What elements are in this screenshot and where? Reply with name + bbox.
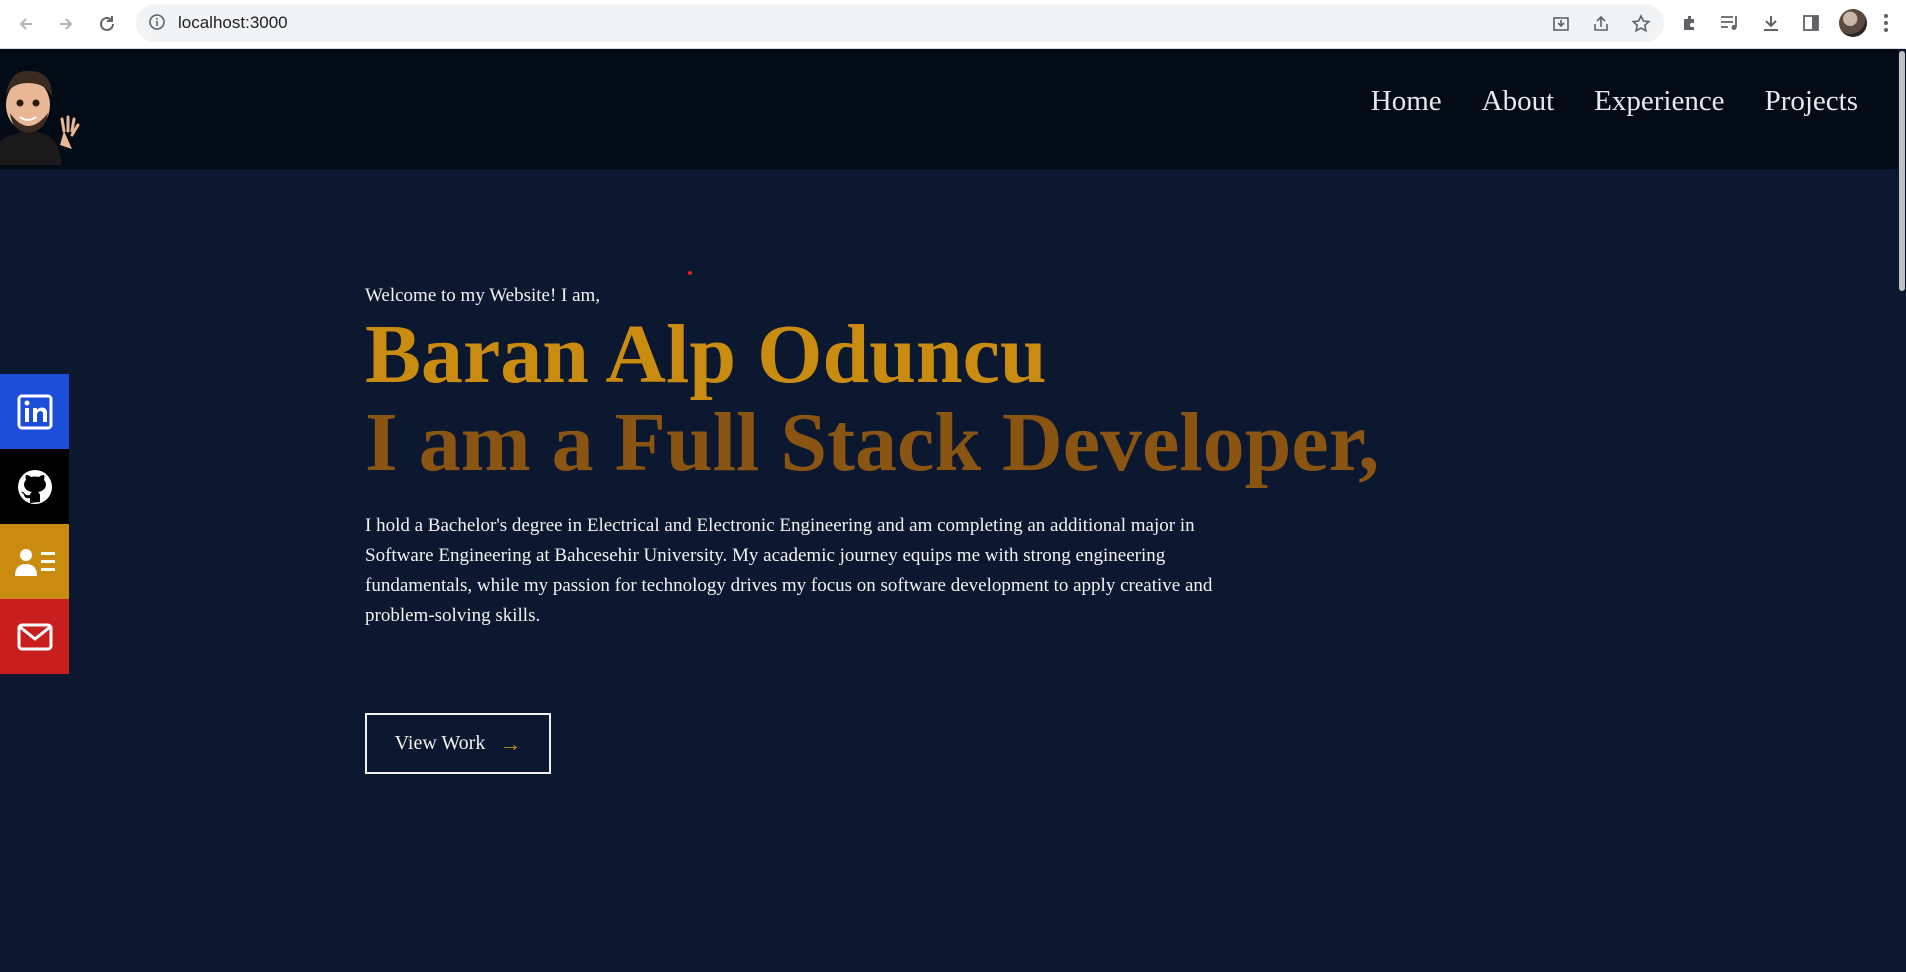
- github-icon: [17, 469, 52, 504]
- nav-home[interactable]: Home: [1371, 85, 1442, 118]
- arrow-right-icon: →: [499, 730, 522, 756]
- resume-icon: [14, 548, 55, 576]
- mail-link[interactable]: [0, 599, 69, 674]
- hero-bio: I hold a Bachelor's degree in Electrical…: [365, 515, 1213, 626]
- nav-experience[interactable]: Experience: [1594, 85, 1724, 118]
- download-icon[interactable]: [1759, 11, 1783, 35]
- browser-toolbar: localhost:3000: [0, 0, 1906, 49]
- install-icon[interactable]: [1550, 13, 1572, 35]
- nav-projects[interactable]: Projects: [1765, 85, 1858, 118]
- info-icon[interactable]: [148, 13, 166, 36]
- nav-about[interactable]: About: [1482, 85, 1555, 118]
- view-work-button[interactable]: View Work →: [365, 713, 551, 774]
- hero-section: Welcome to my Website! I am, Baran Alp O…: [365, 285, 1565, 774]
- reload-icon[interactable]: [93, 10, 121, 38]
- linkedin-link[interactable]: [0, 374, 69, 449]
- social-sidebar: [0, 374, 69, 674]
- star-icon[interactable]: [1630, 13, 1652, 35]
- side-panel-icon[interactable]: [1799, 11, 1823, 35]
- profile-avatar[interactable]: [1839, 9, 1867, 37]
- media-icon[interactable]: [1718, 11, 1742, 35]
- github-link[interactable]: [0, 449, 69, 524]
- welcome-text: Welcome to my Website! I am,: [365, 285, 601, 306]
- mail-icon: [17, 623, 52, 650]
- resume-link[interactable]: [0, 524, 69, 599]
- hero-name: Baran Alp Oduncu: [365, 308, 1047, 401]
- avatar-logo-icon[interactable]: [0, 53, 82, 165]
- decorative-dot: [688, 271, 692, 275]
- share-icon[interactable]: [1590, 13, 1612, 35]
- page: Home About Experience Projects Welcome t…: [0, 49, 1906, 972]
- hero-role: I am a Full Stack Developer,: [365, 396, 1380, 489]
- back-icon[interactable]: [12, 10, 40, 38]
- page-scrollbar[interactable]: [1898, 49, 1906, 972]
- view-work-label: View Work: [394, 732, 486, 754]
- main-menu: Home About Experience Projects: [1371, 85, 1858, 118]
- site-navbar: Home About Experience Projects: [0, 49, 1898, 169]
- extensions-icon[interactable]: [1678, 11, 1702, 35]
- linkedin-icon: [17, 394, 52, 429]
- url-text[interactable]: localhost:3000: [178, 4, 288, 42]
- menu-kebab-icon[interactable]: [1883, 12, 1889, 34]
- scrollbar-thumb[interactable]: [1899, 51, 1905, 291]
- address-bar[interactable]: localhost:3000: [136, 4, 1664, 42]
- forward-icon[interactable]: [52, 10, 80, 38]
